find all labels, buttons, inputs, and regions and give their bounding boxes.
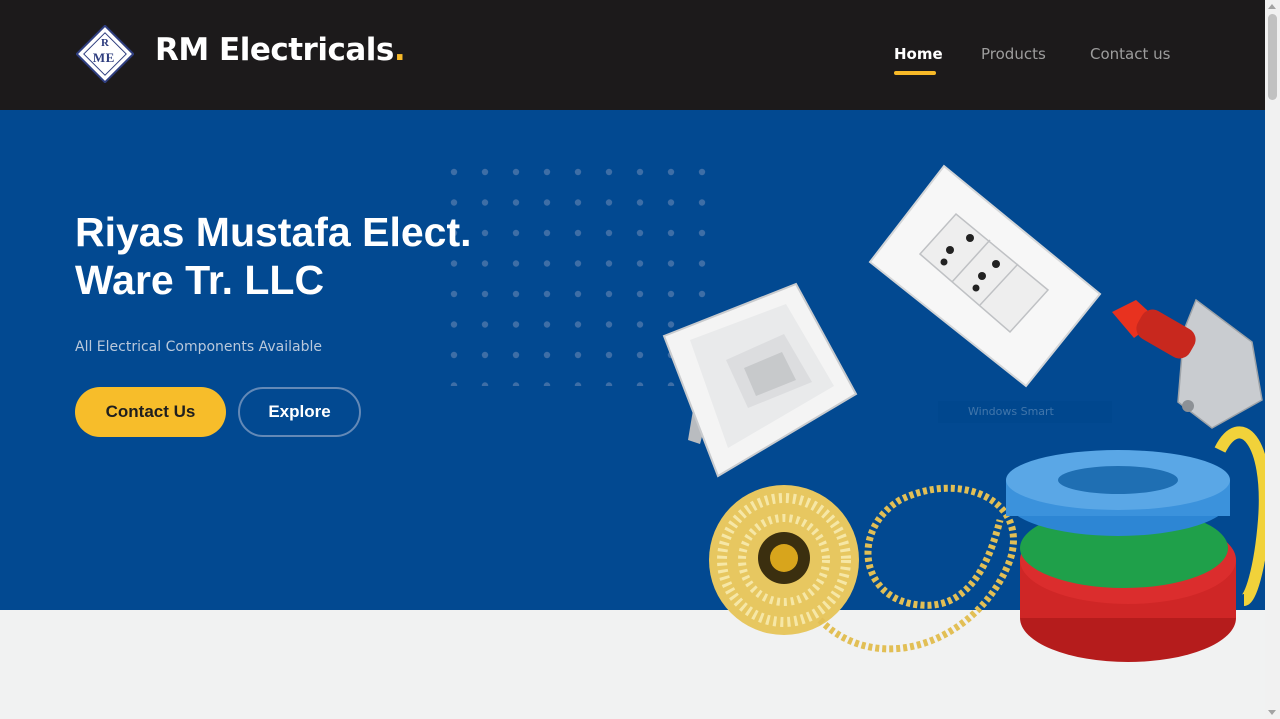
decoration-dot [636,229,644,237]
decoration-dot [698,199,706,206]
contact-us-button[interactable]: Contact Us [75,387,226,437]
nav-products[interactable]: Products [981,45,1046,63]
decoration-dot [450,168,458,176]
decoration-dot [636,351,644,359]
decoration-dot [574,260,582,267]
decoration-dot [698,290,706,298]
decoration-dot [543,168,551,176]
decoration-dot [512,199,520,206]
decoration-dot [574,229,582,237]
svg-text:R: R [101,37,110,49]
decoration-dot [605,290,613,298]
decoration-dot [667,168,675,176]
decoration-dot [574,290,582,298]
logo-icon[interactable]: R M E [76,25,134,83]
decoration-dot [667,260,675,267]
decoration-dot [574,382,582,386]
decoration-dot [543,229,551,237]
decoration-dot [574,168,582,176]
decoration-dot [605,321,613,328]
decoration-dot [667,290,675,298]
decoration-dot [543,199,551,206]
decoration-dot [543,260,551,267]
decoration-dot [605,199,613,206]
decoration-dot [543,321,551,328]
page-scrollbar[interactable] [1265,0,1280,719]
decoration-dot [543,382,551,386]
decoration-dot [698,168,706,176]
nav-home[interactable]: Home [894,45,943,75]
decoration-dot [605,351,613,359]
active-nav-indicator [894,71,936,75]
brand-name[interactable]: RM Electricals. [155,32,406,68]
decoration-dot [450,351,458,359]
decoration-dot [512,321,520,328]
decoration-dot [667,321,675,328]
decoration-dot [636,168,644,176]
scroll-up-arrow-icon[interactable] [1268,4,1276,9]
decoration-dot [667,382,675,386]
decoration-dot [636,199,644,206]
decoration-dot [698,351,706,359]
decoration-dot [636,382,644,386]
hero-title: Riyas Mustafa Elect. Ware Tr. LLC [75,209,472,303]
decoration-dot [698,321,706,328]
decoration-dot [512,351,520,359]
decoration-dot [574,351,582,359]
scrollbar-thumb[interactable] [1268,14,1277,100]
decoration-dot [574,321,582,328]
hero-section: Riyas Mustafa Elect. Ware Tr. LLC All El… [0,110,1265,610]
decoration-dot [636,290,644,298]
decoration-dot [698,260,706,267]
decoration-dot [605,229,613,237]
watermark-text: Windows Smart [938,401,1112,423]
decoration-dot [636,260,644,267]
decoration-dot [667,229,675,237]
decoration-dot [574,199,582,206]
decoration-dot [512,382,520,386]
decoration-dot [605,382,613,386]
decoration-dot [481,168,489,176]
decoration-dot [450,321,458,328]
decoration-dot [605,260,613,267]
decoration-dot [512,168,520,176]
decoration-dot [481,321,489,328]
decoration-dot [543,351,551,359]
scroll-down-arrow-icon[interactable] [1268,710,1276,715]
decoration-dot [543,290,551,298]
decoration-dot [605,168,613,176]
site-header: R M E RM Electricals. Home Products Cont… [0,0,1265,110]
decoration-dot [481,351,489,359]
decoration-dot [636,321,644,328]
decoration-dot [667,351,675,359]
decoration-dot [481,199,489,206]
nav-contact-us[interactable]: Contact us [1090,45,1170,63]
decoration-dot [698,229,706,237]
decoration-dot [698,382,706,386]
explore-button[interactable]: Explore [238,387,361,437]
decoration-dot [667,199,675,206]
decoration-dot [450,199,458,206]
svg-text:M: M [93,50,105,65]
decoration-dot [481,382,489,386]
hero-subtitle: All Electrical Components Available [75,339,322,355]
svg-text:E: E [106,50,115,65]
decoration-dot [450,382,458,386]
